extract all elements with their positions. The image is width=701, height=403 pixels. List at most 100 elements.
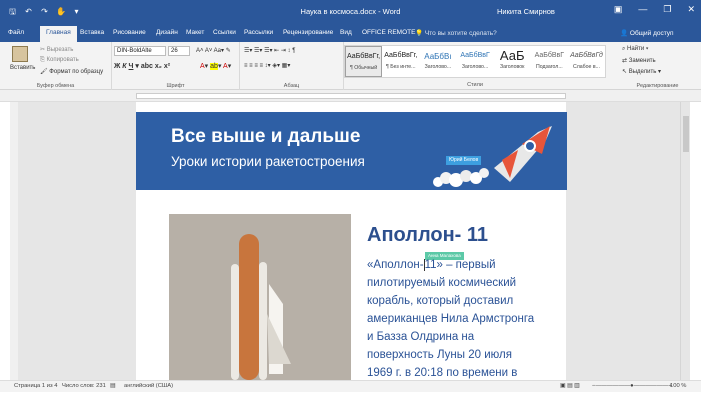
document-title: Наука в космоса.docx - Word — [300, 7, 401, 16]
font-format-buttons[interactable]: Ж К Ч ▾ abc x₂ x² — [114, 62, 170, 70]
style-sample: АаБбВвГг, — [384, 52, 418, 59]
close-icon[interactable]: ✕ — [687, 4, 695, 15]
style-normal[interactable]: АаБбВвГг, ¶ Обычный — [345, 46, 383, 77]
scissors-icon: ✂ — [40, 47, 46, 53]
tab-design[interactable]: Дизайн — [156, 29, 178, 36]
style-sample: АаБ — [499, 48, 525, 63]
shuttle-launch-photo[interactable] — [169, 214, 351, 380]
style-name: ¶ Без инте... — [386, 64, 416, 70]
account-name[interactable]: Никита Смирнов — [497, 7, 555, 16]
replace-button[interactable]: ⇄ Заменить — [622, 57, 656, 64]
style-name: ¶ Обычный — [350, 65, 378, 71]
style-no-spacing[interactable]: АаБбВвГг, ¶ Без инте... — [382, 46, 419, 77]
tell-me-label: Что вы хотите сделать? — [424, 30, 497, 37]
replace-label: Заменить — [628, 58, 656, 64]
style-sample: АаБбВı — [424, 52, 452, 61]
tab-layout[interactable]: Макет — [186, 29, 204, 36]
ribbon-display-icon[interactable]: ▣ — [614, 4, 623, 15]
copy-button[interactable]: ⎘ Копировать — [40, 57, 79, 64]
cut-button[interactable]: ✂ Вырезать — [40, 46, 73, 53]
vertical-ruler[interactable] — [10, 102, 18, 380]
font-size-controls[interactable]: A˄ A˅ Aa▾ ✎ — [196, 47, 231, 54]
proofing-icon[interactable]: ▤ — [110, 383, 115, 389]
alignment-buttons[interactable]: ≡ ≡ ≡ ≡ ↕▾ ◈▾ ▦▾ — [244, 62, 290, 69]
select-label: Выделить — [628, 69, 657, 75]
tab-file[interactable]: Файл — [8, 29, 24, 36]
language-indicator[interactable]: английский (США) — [124, 383, 173, 389]
style-heading-2[interactable]: АаБбВвГ Заголово... — [456, 46, 493, 77]
status-bar: Страница 1 из 4 Число слов: 231 ▤ англий… — [0, 380, 701, 392]
format-painter-button[interactable]: 🖌 Формат по образцу — [40, 68, 103, 75]
style-title[interactable]: АаБ Заголовок — [494, 46, 531, 77]
style-sample: АаБбВвГ — [460, 52, 490, 59]
editing-group: ⌕ Найти ▾ ⇄ Заменить ↖ Выделить ▾ Редакт… — [614, 42, 701, 90]
tab-view[interactable]: Вид — [340, 29, 352, 36]
editing-group-label: Редактирование — [636, 83, 679, 89]
tell-me-search[interactable]: 💡 Что вы хотите сделать? — [415, 29, 497, 37]
style-name: Заголовок — [499, 64, 525, 70]
tab-mailings[interactable]: Рассылки — [244, 29, 273, 36]
tab-insert[interactable]: Вставка — [80, 29, 104, 36]
tab-references[interactable]: Ссылки — [213, 29, 236, 36]
title-bar: 🖫 ↶ ↷ ✋ ▾ Наука в космоса.docx - Word Ни… — [0, 0, 701, 24]
cursor-icon: ↖ — [622, 69, 628, 75]
word-count[interactable]: Число слов: 231 — [62, 383, 106, 389]
style-subtitle[interactable]: АаБбВвГ Подзагол... — [531, 46, 568, 77]
copy-label: Копировать — [46, 57, 79, 63]
vertical-scrollbar[interactable] — [680, 102, 690, 380]
clipboard-group-label: Буфер обмена — [36, 83, 75, 89]
font-name-box[interactable]: DIN-BoldAlte — [114, 46, 166, 56]
style-heading-1[interactable]: АаБбВı Заголово... — [419, 46, 456, 77]
lightbulb-icon: 💡 — [415, 30, 424, 37]
ribbon-tabs: Файл Главная Вставка Рисование Дизайн Ма… — [0, 24, 701, 42]
format-painter-label: Формат по образцу — [49, 69, 104, 75]
ribbon: Вставить ✂ Вырезать ⎘ Копировать 🖌 Форма… — [0, 42, 701, 90]
font-size-box[interactable]: 26 — [168, 46, 190, 56]
select-button[interactable]: ↖ Выделить ▾ — [622, 68, 661, 75]
brush-icon: 🖌 — [40, 69, 48, 75]
cut-label: Вырезать — [46, 47, 74, 53]
style-sample: АаБбВвГд — [570, 52, 603, 59]
page-count[interactable]: Страница 1 из 4 — [14, 383, 57, 389]
restore-icon[interactable]: ❐ — [663, 4, 671, 15]
paragraph-text-start: «Аполлон- — [367, 259, 424, 271]
style-sample: АаБбВвГ — [534, 52, 565, 59]
rocket-icon — [433, 126, 552, 187]
find-button[interactable]: ⌕ Найти ▾ — [622, 46, 648, 53]
banner-subtitle: Уроки истории ракетостроения — [171, 154, 365, 169]
share-button[interactable]: 👤 Общий доступ — [620, 29, 674, 37]
style-name: Подзагол... — [535, 64, 563, 70]
view-buttons[interactable]: ▣ ▤ ▥ — [560, 383, 580, 389]
heading-apollo: Аполлон- 11 — [367, 224, 489, 246]
tab-office-remote[interactable]: OFFICE REMOTE — [362, 29, 415, 36]
tab-draw[interactable]: Рисование — [113, 29, 146, 36]
style-name: Слабое в... — [573, 64, 600, 70]
style-subtle-emphasis[interactable]: АаБбВвГд Слабое в... — [568, 46, 605, 77]
tab-home[interactable]: Главная — [40, 26, 77, 42]
paragraph-group: ☰▾ ☰▾ ☰▾ ⇤ ⇥ ↕ ¶ ≡ ≡ ≡ ≡ ↕▾ ◈▾ ▦▾ Абзац — [240, 42, 344, 90]
apollo-paragraph[interactable]: «Аполлон-11» – первый пилотируемый косми… — [367, 256, 537, 382]
style-sample: АаБбВвГг, — [347, 53, 381, 60]
styles-gallery: АаБбВвГг, ¶ Обычный АаБбВвГг, ¶ Без инте..… — [344, 45, 606, 78]
share-label: Общий доступ — [629, 30, 674, 37]
paragraph-group-label: Абзац — [283, 83, 300, 89]
person-icon: 👤 — [620, 30, 629, 37]
style-name: Заголово... — [424, 64, 452, 70]
paste-button[interactable]: Вставить — [10, 65, 35, 71]
ruler-band — [136, 93, 566, 99]
replace-icon: ⇄ — [622, 58, 628, 64]
window-controls: ▣ — ❐ ✕ — [614, 4, 695, 15]
banner-title: Все выше и дальше — [171, 126, 361, 147]
list-buttons[interactable]: ☰▾ ☰▾ ☰▾ ⇤ ⇥ ↕ ¶ — [244, 47, 295, 54]
zoom-slider[interactable]: −——————●——————+ — [592, 383, 672, 389]
paragraph-text-end: 1» – первый пилотируемый космический кор… — [367, 259, 535, 379]
horizontal-ruler[interactable] — [0, 90, 701, 102]
scroll-thumb[interactable] — [683, 116, 689, 152]
copy-icon: ⎘ — [40, 57, 45, 63]
font-color-buttons[interactable]: A▾ ab▾ A▾ — [200, 62, 231, 70]
tab-review[interactable]: Рецензирование — [283, 29, 333, 36]
paste-icon[interactable] — [12, 46, 28, 62]
find-label: Найти — [627, 46, 645, 52]
minimize-icon[interactable]: — — [638, 4, 647, 15]
zoom-level[interactable]: 100 % — [670, 383, 686, 389]
